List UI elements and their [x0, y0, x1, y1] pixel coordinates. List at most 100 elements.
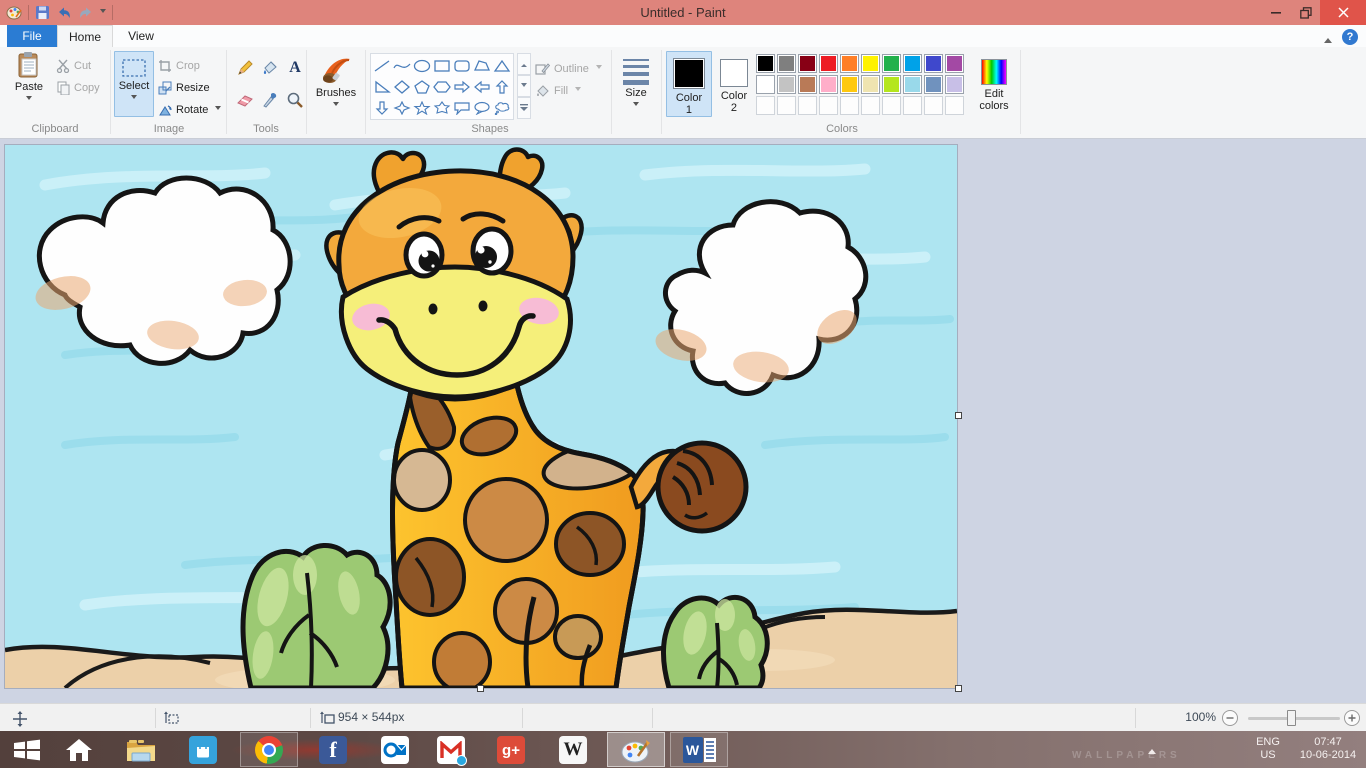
palette-color[interactable] — [861, 54, 880, 73]
palette-empty-slot[interactable] — [903, 96, 922, 115]
palette-color[interactable] — [798, 54, 817, 73]
taskbar-chrome-icon[interactable] — [254, 735, 284, 765]
canvas-resize-handle-right[interactable] — [955, 412, 962, 419]
brushes-button[interactable]: Brushes — [310, 51, 362, 117]
taskbar-start-button[interactable] — [12, 735, 42, 765]
color2-button[interactable]: Color 2 — [714, 51, 754, 117]
shape-right-triangle[interactable] — [372, 76, 392, 97]
taskbar-facebook-icon[interactable]: f — [318, 735, 348, 765]
fill-button[interactable]: Fill — [535, 81, 582, 101]
palette-color[interactable] — [840, 54, 859, 73]
shapes-scroll-down[interactable] — [517, 75, 531, 97]
palette-color[interactable] — [819, 75, 838, 94]
zoom-in-button[interactable] — [1344, 710, 1360, 726]
shape-four-point-star[interactable] — [392, 97, 412, 118]
taskbar-file-explorer-icon[interactable] — [126, 735, 156, 765]
rotate-button[interactable]: Rotate — [158, 100, 222, 120]
tray-clock[interactable]: 07:47 10-06-2014 — [1295, 731, 1361, 768]
shape-rounded-callout[interactable] — [452, 97, 472, 118]
pencil-tool[interactable] — [234, 57, 256, 79]
taskbar-wikipedia-icon[interactable]: W — [558, 735, 588, 765]
shape-up-arrow[interactable] — [492, 76, 512, 97]
restore-button[interactable] — [1291, 0, 1320, 25]
shape-polygon[interactable] — [472, 55, 492, 76]
shape-five-point-star[interactable] — [412, 97, 432, 118]
cut-button[interactable]: Cut — [56, 56, 91, 76]
palette-empty-slot[interactable] — [945, 96, 964, 115]
fill-tool[interactable] — [259, 57, 281, 79]
taskbar-outlook-icon[interactable] — [380, 735, 410, 765]
shape-oval-callout[interactable] — [472, 97, 492, 118]
color1-button[interactable]: Color 1 — [666, 51, 712, 117]
palette-empty-slot[interactable] — [840, 96, 859, 115]
palette-empty-slot[interactable] — [882, 96, 901, 115]
palette-color[interactable] — [819, 54, 838, 73]
shape-hexagon[interactable] — [432, 76, 452, 97]
palette-color[interactable] — [903, 54, 922, 73]
taskbar-paint-icon[interactable] — [621, 735, 651, 765]
taskbar-home-icon[interactable] — [64, 735, 94, 765]
shape-left-arrow[interactable] — [472, 76, 492, 97]
palette-color[interactable] — [756, 75, 775, 94]
taskbar-word-icon[interactable]: W — [682, 735, 716, 765]
zoom-out-button[interactable] — [1222, 710, 1238, 726]
palette-color[interactable] — [798, 75, 817, 94]
palette-empty-slot[interactable] — [924, 96, 943, 115]
resize-button[interactable]: Resize — [158, 78, 210, 98]
taskbar-google-plus-icon[interactable]: g+ — [496, 735, 526, 765]
shapes-scroll-up[interactable] — [517, 53, 531, 75]
shape-rounded-rectangle[interactable] — [452, 55, 472, 76]
shape-line[interactable] — [372, 55, 392, 76]
shape-ellipse[interactable] — [412, 55, 432, 76]
palette-color[interactable] — [840, 75, 859, 94]
select-button[interactable]: Select — [114, 51, 154, 117]
close-button[interactable] — [1320, 0, 1366, 25]
palette-color[interactable] — [945, 54, 964, 73]
magnifier-tool[interactable] — [284, 89, 306, 111]
taskbar-gmail-icon[interactable] — [436, 735, 467, 766]
palette-color[interactable] — [924, 54, 943, 73]
color-picker-tool[interactable] — [259, 89, 281, 111]
canvas-resize-handle-bottom[interactable] — [477, 685, 484, 692]
palette-color[interactable] — [861, 75, 880, 94]
palette-color[interactable] — [903, 75, 922, 94]
palette-color[interactable] — [756, 54, 775, 73]
palette-empty-slot[interactable] — [798, 96, 817, 115]
tab-home[interactable]: Home — [57, 25, 113, 47]
palette-color[interactable] — [924, 75, 943, 94]
shape-triangle[interactable] — [492, 55, 512, 76]
paint-canvas[interactable] — [4, 144, 958, 693]
palette-color[interactable] — [945, 75, 964, 94]
palette-color[interactable] — [777, 54, 796, 73]
minimize-button[interactable] — [1262, 0, 1291, 25]
shape-six-point-star[interactable] — [432, 97, 452, 118]
shape-cloud-callout[interactable] — [492, 97, 512, 118]
palette-empty-slot[interactable] — [861, 96, 880, 115]
shape-down-arrow[interactable] — [372, 97, 392, 118]
zoom-slider-handle[interactable] — [1287, 710, 1296, 726]
paste-button[interactable]: Paste — [6, 51, 52, 117]
shapes-more-button[interactable] — [517, 97, 531, 119]
palette-color[interactable] — [882, 54, 901, 73]
palette-empty-slot[interactable] — [756, 96, 775, 115]
canvas-resize-handle-corner[interactable] — [955, 685, 962, 692]
tab-file[interactable]: File — [7, 25, 57, 47]
help-icon[interactable]: ? — [1342, 29, 1358, 45]
copy-button[interactable]: Copy — [56, 78, 100, 98]
outline-button[interactable]: Outline — [535, 59, 602, 79]
crop-button[interactable]: Crop — [158, 56, 200, 76]
palette-empty-slot[interactable] — [777, 96, 796, 115]
shape-rectangle[interactable] — [432, 55, 452, 76]
tray-language[interactable]: ENG US — [1248, 731, 1288, 768]
eraser-tool[interactable] — [234, 89, 256, 111]
shape-diamond[interactable] — [392, 76, 412, 97]
shape-pentagon[interactable] — [412, 76, 432, 97]
palette-color[interactable] — [777, 75, 796, 94]
size-button[interactable]: Size — [614, 51, 658, 117]
shape-curve[interactable] — [392, 55, 412, 76]
collapse-ribbon-icon[interactable] — [1324, 34, 1332, 43]
text-tool[interactable]: A — [284, 57, 306, 79]
taskbar-store-icon[interactable] — [188, 735, 218, 765]
palette-empty-slot[interactable] — [819, 96, 838, 115]
tab-view[interactable]: View — [113, 25, 169, 47]
